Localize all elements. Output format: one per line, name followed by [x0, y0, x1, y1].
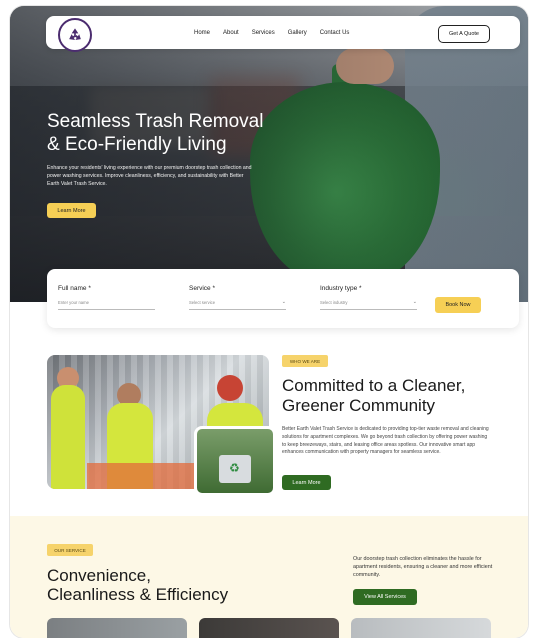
full-name-input[interactable]: Enter your name	[58, 300, 155, 310]
chevron-down-icon: ⌄	[412, 299, 417, 305]
page-frame: Home About Services Gallery Contact Us G…	[10, 6, 528, 638]
navbar: Home About Services Gallery Contact Us G…	[46, 16, 520, 52]
hero-section: Home About Services Gallery Contact Us G…	[10, 6, 528, 302]
service-description: Our doorstep trash collection eliminates…	[353, 556, 493, 578]
about-learn-more-button[interactable]: Learn More	[282, 475, 331, 490]
recycle-icon: ♻	[229, 461, 240, 475]
full-name-field: Full name * Enter your name	[58, 285, 155, 310]
nav-links: Home About Services Gallery Contact Us	[194, 16, 349, 49]
service-card[interactable]	[47, 618, 187, 638]
industry-type-select[interactable]: Select industry ⌄	[320, 299, 417, 310]
about-description: Better Earth Valet Trash Service is dedi…	[282, 426, 489, 456]
get-a-quote-button[interactable]: Get A Quote	[438, 25, 490, 43]
about-title: Committed to a Cleaner, Greener Communit…	[282, 376, 466, 415]
hero-description: Enhance your residents' living experienc…	[47, 165, 252, 187]
logo[interactable]	[58, 18, 92, 52]
recycle-icon	[69, 28, 81, 40]
chevron-down-icon: ⌄	[281, 299, 286, 305]
nav-gallery[interactable]: Gallery	[288, 30, 307, 36]
service-title: Convenience, Cleanliness & Efficiency	[47, 566, 229, 604]
nav-services[interactable]: Services	[252, 30, 275, 36]
nav-contact-us[interactable]: Contact Us	[320, 30, 350, 36]
service-card[interactable]	[351, 618, 491, 638]
our-service-tag: OUR SERVICE	[47, 544, 93, 556]
nav-about[interactable]: About	[223, 30, 239, 36]
industry-type-field: Industry type * Select industry ⌄	[320, 285, 417, 310]
nav-home[interactable]: Home	[194, 30, 210, 36]
booking-form: Full name * Enter your name Service * Se…	[47, 269, 519, 328]
recycling-bin-photo: ♻	[194, 426, 276, 496]
service-select[interactable]: Select service ⌄	[189, 299, 286, 310]
who-we-are-tag: WHO WE ARE	[282, 355, 328, 367]
service-field: Service * Select service ⌄	[189, 285, 286, 310]
view-all-services-button[interactable]: View All Services	[353, 589, 417, 605]
book-now-button[interactable]: Book Now	[435, 297, 481, 313]
hero-title: Seamless Trash Removal & Eco-Friendly Li…	[47, 111, 264, 155]
hero-learn-more-button[interactable]: Learn More	[47, 203, 96, 218]
service-card[interactable]	[199, 618, 339, 638]
